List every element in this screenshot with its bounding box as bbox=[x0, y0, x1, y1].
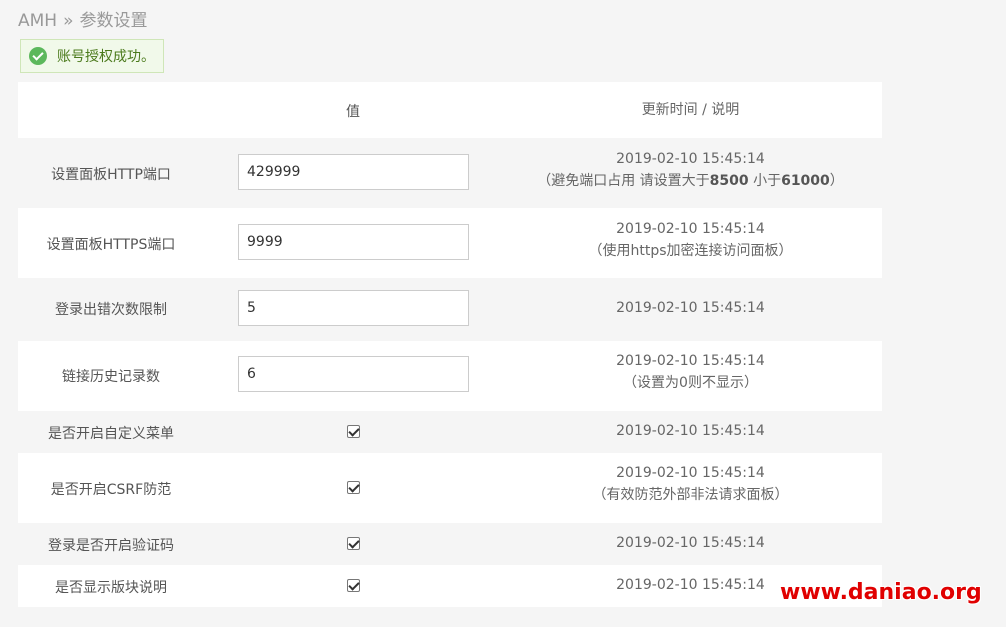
row-time: 2019-02-10 15:45:14 bbox=[616, 221, 765, 237]
row-note: （避免端口占用 请设置大于8500 小于61000） bbox=[537, 173, 844, 189]
row-time: 2019-02-10 15:45:14 bbox=[616, 353, 765, 369]
table-row: 是否显示版块说明 2019-02-10 15:45:14 bbox=[18, 565, 882, 607]
row-label: 是否开启CSRF防范 bbox=[50, 482, 172, 498]
http-port-input[interactable]: 429999 bbox=[238, 154, 469, 190]
table-row: 设置面板HTTPS端口 9999 2019-02-10 15:45:14 （使用… bbox=[18, 208, 882, 278]
alert-message: 账号授权成功。 bbox=[57, 49, 155, 65]
table-row: 登录出错次数限制 5 2019-02-10 15:45:14 bbox=[18, 278, 882, 341]
row-label: 设置面板HTTP端口 bbox=[51, 167, 171, 183]
success-alert: 账号授权成功。 bbox=[20, 39, 164, 73]
row-note: （设置为0则不显示） bbox=[623, 375, 758, 391]
https-port-input[interactable]: 9999 bbox=[238, 224, 469, 260]
login-error-limit-input[interactable]: 5 bbox=[238, 290, 469, 326]
row-time: 2019-02-10 15:45:14 bbox=[616, 535, 765, 551]
table-row: 是否开启自定义菜单 2019-02-10 15:45:14 bbox=[18, 411, 882, 453]
row-time: 2019-02-10 15:45:14 bbox=[616, 465, 765, 481]
table-row: 是否开启CSRF防范 2019-02-10 15:45:14 （有效防范外部非法… bbox=[18, 453, 882, 523]
history-count-input[interactable]: 6 bbox=[238, 356, 469, 392]
row-time: 2019-02-10 15:45:14 bbox=[616, 151, 765, 167]
csrf-checkbox[interactable] bbox=[346, 481, 360, 494]
row-label: 登录出错次数限制 bbox=[55, 302, 167, 318]
row-time: 2019-02-10 15:45:14 bbox=[616, 423, 765, 439]
settings-table: 值 更新时间 / 说明 设置面板HTTP端口 429999 2019-02-10… bbox=[18, 82, 882, 627]
table-header: 值 更新时间 / 说明 bbox=[18, 82, 882, 138]
table-row bbox=[18, 607, 882, 627]
row-label: 链接历史记录数 bbox=[62, 369, 160, 385]
row-note: （使用https加密连接访问面板） bbox=[588, 243, 793, 259]
breadcrumb-separator: » bbox=[63, 11, 74, 31]
row-note: （有效防范外部非法请求面板） bbox=[592, 487, 789, 503]
custom-menu-checkbox[interactable] bbox=[346, 425, 360, 438]
breadcrumb: AMH » 参数设置 bbox=[18, 6, 148, 31]
breadcrumb-current: 参数设置 bbox=[79, 11, 148, 31]
header-value: 值 bbox=[346, 104, 360, 120]
check-circle-icon bbox=[29, 47, 47, 65]
row-label: 设置面板HTTPS端口 bbox=[46, 237, 176, 253]
table-row: 登录是否开启验证码 2019-02-10 15:45:14 bbox=[18, 523, 882, 565]
watermark: www.daniao.org bbox=[780, 580, 982, 605]
table-row: 设置面板HTTP端口 429999 2019-02-10 15:45:14 （避… bbox=[18, 138, 882, 208]
row-label: 是否显示版块说明 bbox=[55, 580, 167, 596]
captcha-checkbox[interactable] bbox=[346, 537, 360, 550]
breadcrumb-root[interactable]: AMH bbox=[18, 11, 57, 31]
section-desc-checkbox[interactable] bbox=[346, 579, 360, 592]
row-time: 2019-02-10 15:45:14 bbox=[616, 300, 765, 316]
header-update: 更新时间 / 说明 bbox=[641, 102, 740, 118]
row-label: 是否开启自定义菜单 bbox=[48, 426, 174, 442]
table-row: 链接历史记录数 6 2019-02-10 15:45:14 （设置为0则不显示） bbox=[18, 341, 882, 411]
row-label: 登录是否开启验证码 bbox=[48, 538, 174, 554]
